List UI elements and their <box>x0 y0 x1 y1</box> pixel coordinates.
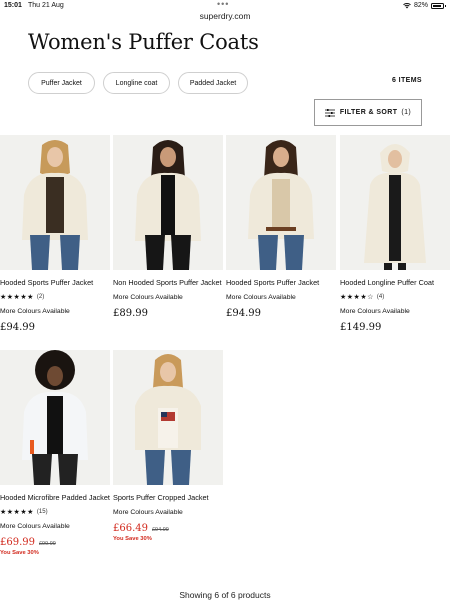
star-rating-icons: ★★★★☆ <box>340 294 374 301</box>
product-card[interactable]: Sports Puffer Cropped Jacket More Colour… <box>113 350 223 542</box>
product-name[interactable]: Sports Puffer Cropped Jacket <box>113 493 223 502</box>
items-count: 6 ITEMS <box>391 77 422 84</box>
product-name[interactable]: Hooded Longline Puffer Coat <box>340 278 450 287</box>
more-colours: More Colours Available <box>113 509 183 516</box>
multitask-dots[interactable]: ••• <box>217 0 229 9</box>
star-rating-icons: ★★★★★ <box>0 294 34 301</box>
product-image[interactable] <box>340 135 450 270</box>
status-date: Thu 21 Aug <box>28 2 64 9</box>
product-image[interactable] <box>113 135 223 270</box>
product-price: £149.99 <box>340 322 382 333</box>
product-price: £94.99 <box>226 308 261 319</box>
battery-icon <box>431 2 446 9</box>
status-time: 15:01 <box>4 2 22 9</box>
review-count: (15) <box>36 509 48 515</box>
review-count: (4) <box>376 294 385 300</box>
filter-sort-button[interactable]: FILTER & SORT (1) <box>314 99 422 126</box>
product-image[interactable] <box>0 350 110 485</box>
product-price: £94.99 <box>0 322 35 333</box>
product-image[interactable] <box>113 350 223 485</box>
product-card[interactable]: Hooded Longline Puffer Coat ★★★★☆ (4) Mo… <box>340 135 450 333</box>
url-bar[interactable]: superdry.com <box>0 11 450 25</box>
more-colours: More Colours Available <box>113 294 183 301</box>
wifi-icon <box>403 2 411 8</box>
review-count: (2) <box>36 294 45 300</box>
product-image[interactable] <box>0 135 110 270</box>
product-card[interactable]: Hooded Sports Puffer Jacket ★★★★★ (2) Mo… <box>0 135 110 333</box>
filter-label: FILTER & SORT <box>339 109 398 116</box>
product-price: £66.49 £94.99 <box>113 523 223 534</box>
sliders-icon <box>324 108 335 117</box>
chip-padded-jacket[interactable]: Padded Jacket <box>178 72 248 94</box>
product-name[interactable]: Hooded Sports Puffer Jacket <box>226 278 336 287</box>
more-colours: More Colours Available <box>340 308 410 315</box>
star-rating-icons: ★★★★★ <box>0 509 34 516</box>
battery-percent: 82% <box>413 2 428 9</box>
rating: ★★★★☆ (4) <box>340 293 450 301</box>
product-price: £69.99 £99.99 <box>0 537 110 548</box>
sale-price: £66.49 <box>113 523 148 534</box>
chip-label: Padded Jacket <box>189 79 237 87</box>
product-card[interactable]: Hooded Microfibre Padded Jacket ★★★★★ (1… <box>0 350 110 556</box>
savings-label: You Save 30% <box>0 550 39 556</box>
savings-label: You Save 30% <box>113 536 152 542</box>
more-colours: More Colours Available <box>0 523 70 530</box>
page-title: Women's Puffer Coats <box>28 30 259 54</box>
product-name[interactable]: Hooded Sports Puffer Jacket <box>0 278 110 287</box>
product-price: £89.99 <box>113 308 148 319</box>
chip-label: Puffer Jacket <box>41 79 82 87</box>
product-image[interactable] <box>226 135 336 270</box>
was-price: £94.99 <box>152 527 169 533</box>
product-name[interactable]: Hooded Microfibre Padded Jacket <box>0 493 110 502</box>
product-card[interactable]: Hooded Sports Puffer Jacket More Colours… <box>226 135 336 319</box>
more-colours: More Colours Available <box>0 308 70 315</box>
chip-label: Longline coat <box>115 79 158 87</box>
sale-price: £69.99 <box>0 537 35 548</box>
url-text: superdry.com <box>199 11 251 21</box>
product-card[interactable]: Non Hooded Sports Puffer Jacket More Col… <box>113 135 223 319</box>
rating: ★★★★★ (15) <box>0 508 110 516</box>
chip-puffer-jacket[interactable]: Puffer Jacket <box>28 72 95 94</box>
more-colours: More Colours Available <box>226 294 296 301</box>
results-summary: Showing 6 of 6 products <box>179 590 271 600</box>
product-name[interactable]: Non Hooded Sports Puffer Jacket <box>113 278 223 287</box>
filter-count: (1) <box>401 109 412 116</box>
rating: ★★★★★ (2) <box>0 293 110 301</box>
was-price: £99.99 <box>39 541 56 547</box>
chip-longline-coat[interactable]: Longline coat <box>103 72 170 94</box>
